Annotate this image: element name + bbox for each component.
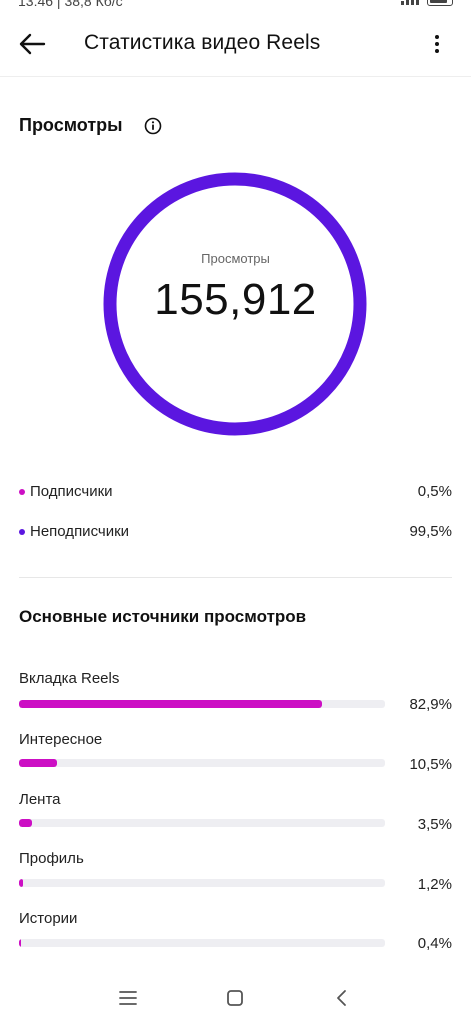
status-icons xyxy=(401,0,453,6)
back-icon xyxy=(337,990,346,1006)
source-bar-fill xyxy=(19,879,24,887)
back-button[interactable] xyxy=(14,26,50,62)
views-section-title: Просмотры xyxy=(19,115,123,135)
legend-non-followers: Неподписчики 99,5% xyxy=(19,521,452,543)
legend-value: 99,5% xyxy=(409,523,452,540)
source-label: Интересное xyxy=(19,731,103,748)
source-bar-fill xyxy=(19,759,58,767)
divider xyxy=(19,577,452,578)
legend-dot-non-followers xyxy=(19,529,25,535)
source-bar-track xyxy=(19,700,385,708)
page-title: Статистика видео Reels xyxy=(84,31,321,54)
legend-followers: Подписчики 0,5% xyxy=(19,481,452,503)
status-bar: 13:46 | 38,8 Кб/с xyxy=(0,0,471,14)
status-text: 13:46 | 38,8 Кб/с xyxy=(18,0,123,9)
source-bar-fill xyxy=(19,939,22,947)
home-button[interactable] xyxy=(221,984,249,1012)
menu-icon xyxy=(119,991,137,1005)
source-bar-fill xyxy=(19,819,32,827)
legend-dot-followers xyxy=(19,489,25,495)
legend-label: Подписчики xyxy=(30,483,113,500)
more-options-button[interactable] xyxy=(423,28,451,60)
more-vertical-icon xyxy=(435,35,439,53)
back-nav-button[interactable] xyxy=(327,984,355,1012)
home-icon xyxy=(227,990,243,1006)
arrow-left-icon xyxy=(19,33,46,55)
app-header: Статистика видео Reels xyxy=(0,14,471,77)
source-label: Лента xyxy=(19,791,61,808)
source-value: 0,4% xyxy=(417,935,452,952)
system-nav-bar xyxy=(0,970,471,1024)
recent-apps-button[interactable] xyxy=(114,984,142,1012)
legend-label: Неподписчики xyxy=(30,523,130,540)
source-value: 3,5% xyxy=(417,816,452,833)
source-label: Истории xyxy=(19,910,78,927)
donut-label: Просмотры xyxy=(201,251,270,266)
views-total: 155,912 xyxy=(154,275,317,324)
source-value: 82,9% xyxy=(409,696,452,713)
source-bar-track xyxy=(19,819,385,827)
info-icon[interactable] xyxy=(144,117,162,135)
signal-icon xyxy=(401,0,419,5)
source-label: Профиль xyxy=(19,850,84,867)
battery-icon xyxy=(427,0,453,6)
legend-value: 0,5% xyxy=(417,483,452,500)
source-bar-fill xyxy=(19,700,323,708)
source-bar-track xyxy=(19,759,385,767)
sources-section-title: Основные источники просмотров xyxy=(19,607,307,626)
source-value: 10,5% xyxy=(409,756,452,773)
source-bar-track xyxy=(19,879,385,887)
source-label: Вкладка Reels xyxy=(19,670,120,687)
source-bar-track xyxy=(19,939,385,947)
source-value: 1,2% xyxy=(417,876,452,893)
